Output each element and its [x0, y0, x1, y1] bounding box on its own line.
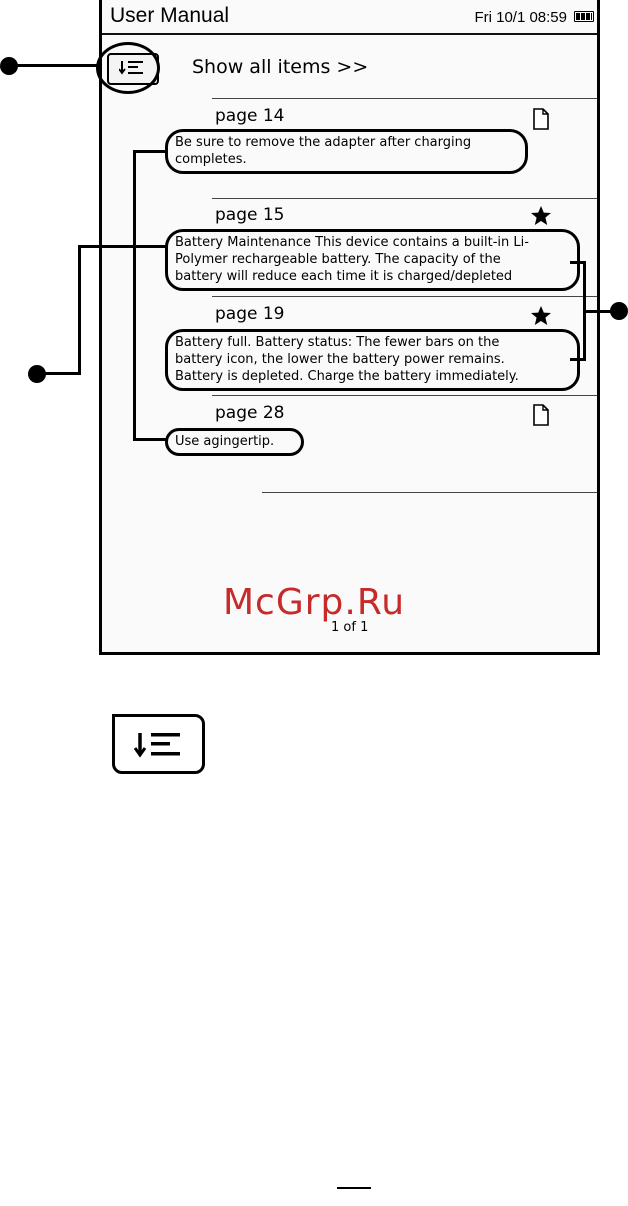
callout-line — [583, 310, 613, 313]
snippet-line: Be sure to remove the adapter after char… — [175, 135, 472, 150]
item-snippet[interactable]: Be sure to remove the adapter after char… — [165, 129, 528, 174]
snippet-line: Use agingertip. — [175, 434, 275, 449]
divider — [212, 296, 597, 297]
snippet-line: Battery Maintenance This device contains… — [175, 235, 529, 250]
callout-circle — [96, 42, 160, 94]
callout-line — [133, 150, 136, 441]
divider — [262, 492, 597, 493]
callout-line — [133, 438, 166, 441]
watermark: McGrp.Ru — [223, 582, 406, 623]
star-icon[interactable] — [530, 305, 552, 326]
status-bar: User Manual Fri 10/1 08:59 — [102, 0, 597, 35]
snippet-line: Battery is depleted. Charge the battery … — [175, 369, 519, 384]
show-all-items-link[interactable]: Show all items >> — [192, 56, 368, 78]
divider — [212, 395, 597, 396]
note-page-icon[interactable] — [532, 404, 550, 426]
battery-full-icon — [574, 11, 594, 22]
sort-list-button-enlarged — [112, 714, 205, 774]
item-snippet[interactable]: Battery full. Battery status: The fewer … — [165, 329, 580, 391]
callout-line — [78, 245, 81, 375]
date-time: Fri 10/1 08:59 — [474, 9, 567, 26]
snippet-line: battery will reduce each time it is char… — [175, 269, 513, 284]
snippet-line: Polymer rechargeable battery. The capaci… — [175, 252, 501, 267]
item-snippet[interactable]: Battery Maintenance This device contains… — [165, 229, 580, 291]
item-page-label[interactable]: page 28 — [215, 403, 285, 423]
page-number-rule — [337, 1187, 371, 1189]
app-title: User Manual — [110, 4, 230, 27]
note-page-icon[interactable] — [532, 108, 550, 130]
device-screen: User Manual Fri 10/1 08:59 Show all item… — [99, 0, 600, 655]
callout-line — [9, 64, 100, 67]
divider — [212, 98, 597, 99]
divider — [212, 198, 597, 199]
pagination: 1 of 1 — [331, 620, 369, 635]
item-snippet[interactable]: Use agingertip. — [165, 428, 304, 456]
item-page-label[interactable]: page 14 — [215, 106, 285, 126]
snippet-line: battery icon, the lower the battery powe… — [175, 352, 505, 367]
item-page-label[interactable]: page 19 — [215, 304, 285, 324]
star-icon[interactable] — [530, 205, 552, 226]
callout-line — [133, 150, 166, 153]
callout-line — [78, 245, 136, 248]
snippet-line: completes. — [175, 152, 247, 167]
callout-dot — [28, 365, 46, 383]
callout-dot — [610, 302, 628, 320]
callout-line — [133, 245, 166, 248]
snippet-line: Battery full. Battery status: The fewer … — [175, 335, 500, 350]
item-page-label[interactable]: page 15 — [215, 205, 285, 225]
callout-line — [570, 358, 586, 361]
sort-list-icon — [134, 733, 180, 758]
